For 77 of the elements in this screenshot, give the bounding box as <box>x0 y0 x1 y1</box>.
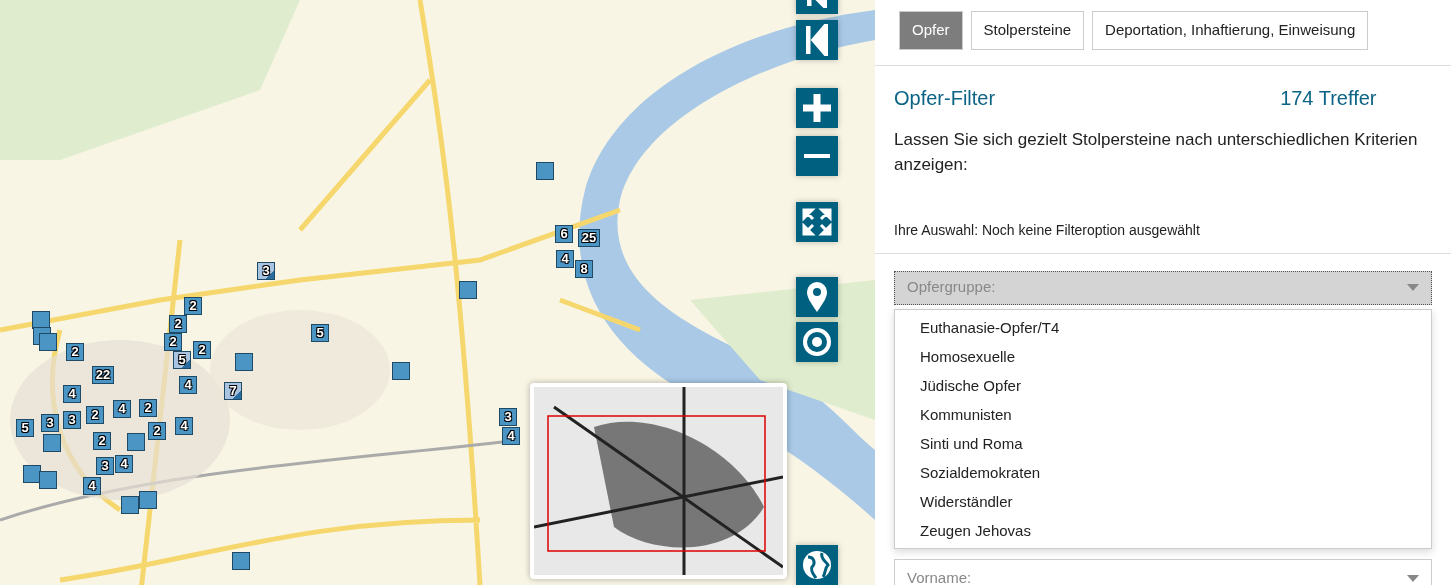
minus-icon <box>802 154 832 158</box>
marker-cluster[interactable]: 5 <box>16 419 34 437</box>
tab[interactable]: Opfer <box>899 11 963 50</box>
zoom-out-button[interactable] <box>796 136 838 176</box>
marker-cluster[interactable]: 5 <box>311 324 329 342</box>
dropdown-option[interactable]: Euthanasie-Opfer/T4 <box>895 312 1431 342</box>
map-marker[interactable] <box>459 281 477 299</box>
marker-cluster[interactable]: 4 <box>83 477 101 495</box>
first-button[interactable] <box>796 20 838 60</box>
map-marker[interactable] <box>43 434 61 452</box>
dropdown-option[interactable]: Sinti und Roma <box>895 428 1431 458</box>
marker-cluster[interactable]: 4 <box>502 427 520 445</box>
marker-cluster[interactable]: 3 <box>63 411 81 429</box>
marker-cluster[interactable]: 3 <box>499 408 517 426</box>
marker-cluster[interactable]: 2 <box>193 341 211 359</box>
filter-title: Opfer-Filter <box>894 85 996 111</box>
map-marker[interactable] <box>392 362 410 380</box>
tab[interactable]: Deportation, Inhaftierung, Einweisung <box>1092 11 1369 50</box>
map-marker[interactable] <box>32 311 50 329</box>
marker-cluster[interactable]: 5 <box>173 351 191 369</box>
marker-cluster[interactable]: 2 <box>66 343 84 361</box>
map-marker[interactable] <box>139 491 157 509</box>
globe-icon <box>801 549 833 581</box>
selection-text: Ihre Auswahl: Noch keine Filteroption ausgewählt <box>894 220 1201 240</box>
location-pin-icon <box>805 280 829 314</box>
map-marker[interactable] <box>127 433 145 451</box>
zoom-in-button[interactable] <box>796 88 838 128</box>
target-icon <box>803 328 831 356</box>
map-marker[interactable] <box>121 496 139 514</box>
marker-cluster[interactable]: 4 <box>556 250 574 268</box>
map-marker[interactable] <box>23 465 41 483</box>
marker-cluster[interactable]: 4 <box>175 417 193 435</box>
globe-button[interactable] <box>796 545 838 585</box>
fullscreen-button[interactable] <box>796 202 838 242</box>
locate-button[interactable] <box>796 277 838 317</box>
map-marker[interactable] <box>39 333 57 351</box>
dropdown-option[interactable]: Widerständler <box>895 486 1431 516</box>
target-button[interactable] <box>796 322 838 362</box>
marker-cluster[interactable]: 8 <box>575 260 593 278</box>
caret-icon <box>1407 575 1419 582</box>
caret-icon <box>1407 284 1419 291</box>
result-count: 174 Treffer <box>1280 85 1377 111</box>
plus-icon <box>801 92 833 124</box>
marker-cluster[interactable]: 6 <box>555 225 573 243</box>
first-name-select[interactable]: Vorname: <box>894 558 1432 585</box>
map-marker[interactable] <box>235 353 253 371</box>
marker-cluster[interactable]: 2 <box>86 406 104 424</box>
dropdown-option[interactable]: Zeugen Jehovas <box>895 515 1431 545</box>
marker-cluster[interactable]: 4 <box>63 385 81 403</box>
marker-cluster[interactable]: 2 <box>169 315 187 333</box>
marker-cluster[interactable]: 4 <box>179 376 197 394</box>
skip-back-icon <box>806 24 828 56</box>
dropdown-option[interactable]: Homosexuelle <box>895 341 1431 371</box>
marker-cluster[interactable]: 7 <box>224 382 242 400</box>
victim-group-select[interactable]: Opfergruppe: <box>894 270 1432 305</box>
marker-cluster[interactable]: 4 <box>113 400 131 418</box>
marker-cluster[interactable]: 2 <box>164 333 182 351</box>
marker-cluster[interactable]: 3 <box>41 414 59 432</box>
intro-text: Lassen Sie sich gezielt Stolpersteine nach unterschiedlichen Kriterien anzeigen: <box>894 128 1419 176</box>
map-marker[interactable] <box>536 162 554 180</box>
marker-cluster[interactable]: 2 <box>139 399 157 417</box>
fullscreen-icon <box>802 208 832 236</box>
map-marker[interactable] <box>39 471 57 489</box>
dropdown-option[interactable]: Jüdische Opfer <box>895 370 1431 400</box>
map-marker[interactable] <box>232 552 250 570</box>
tab[interactable]: Stolpersteine <box>970 11 1085 50</box>
map[interactable]: 3 2 2 2 2 5 5 2 22 4 4 7 5 3 3 2 4 2 2 4 2 3 4 4 6 25 4 8 3 4 <box>0 0 875 585</box>
marker-cluster[interactable]: 2 <box>184 297 202 315</box>
dropdown-option[interactable]: Sozialdemokraten <box>895 457 1431 487</box>
marker-cluster[interactable]: 25 <box>578 229 600 247</box>
marker-cluster[interactable]: 2 <box>93 432 111 450</box>
marker-cluster[interactable]: 3 <box>257 262 275 280</box>
marker-cluster[interactable]: 4 <box>115 455 133 473</box>
marker-cluster[interactable]: 3 <box>96 457 114 475</box>
marker-cluster[interactable]: 22 <box>92 366 114 384</box>
dropdown-option[interactable]: Kommunisten <box>895 399 1431 429</box>
marker-cluster[interactable]: 2 <box>148 422 166 440</box>
